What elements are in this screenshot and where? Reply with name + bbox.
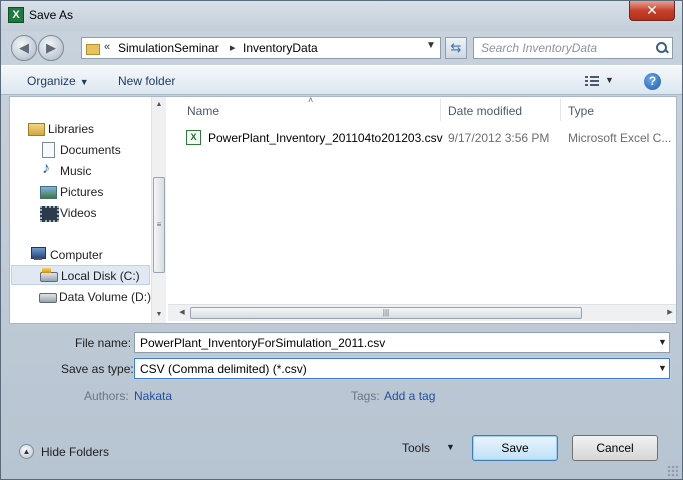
computer-icon	[30, 247, 46, 261]
organize-label: Organize	[27, 74, 76, 88]
pictures-icon	[40, 184, 57, 199]
search-icon[interactable]	[656, 42, 668, 54]
caret-down-icon[interactable]: ▼	[605, 75, 614, 85]
close-button[interactable]: ✕	[629, 1, 675, 21]
column-header-type[interactable]: Type	[568, 104, 594, 118]
sidebar-item-pictures[interactable]: Pictures	[40, 182, 148, 202]
column-header-name[interactable]: Name	[187, 104, 219, 118]
view-options-icon[interactable]	[585, 76, 599, 86]
tools-label: Tools	[402, 441, 431, 455]
sidebar-item-music[interactable]: Music	[40, 160, 148, 181]
scroll-up-icon[interactable]: ▲	[152, 97, 166, 113]
scroll-thumb[interactable]: ≡	[153, 177, 165, 273]
sidebar-item-label: Documents	[60, 143, 121, 157]
chevron-down-icon[interactable]: ▼	[658, 337, 667, 347]
sidebar-item-libraries[interactable]: Libraries	[28, 119, 148, 139]
title-bar[interactable]: X Save As ✕	[1, 1, 682, 31]
libraries-icon	[28, 121, 45, 136]
caret-down-icon: ▼	[79, 77, 89, 87]
file-name-field[interactable]: PowerPlant_InventoryForSimulation_2011.c…	[134, 332, 670, 353]
sidebar-item-local-disk[interactable]: Local Disk (C:)	[11, 265, 150, 285]
excel-icon: X	[8, 7, 24, 23]
sidebar-item-documents[interactable]: Documents	[40, 140, 148, 160]
data-volume-icon	[39, 289, 57, 303]
refresh-button[interactable]: ⇆	[445, 37, 467, 59]
sidebar-item-videos[interactable]: Videos	[40, 203, 148, 223]
sidebar-item-label: Computer	[50, 248, 103, 262]
column-divider[interactable]	[560, 99, 561, 121]
tags-label: Tags:	[351, 389, 380, 403]
music-icon	[40, 160, 56, 178]
sidebar-item-label: Videos	[60, 206, 97, 220]
refresh-icon: ⇆	[450, 40, 462, 55]
hide-folders-label: Hide Folders	[41, 445, 110, 459]
caret-down-icon: ▼	[446, 442, 455, 452]
sidebar-item-data-volume[interactable]: Data Volume (D:)	[39, 287, 151, 307]
sidebar-item-label: Pictures	[60, 185, 104, 199]
excel-csv-file-icon: X	[186, 130, 201, 145]
authors-label: Authors:	[84, 389, 129, 403]
breadcrumb-simulationseminar[interactable]: SimulationSeminar	[118, 41, 219, 55]
scroll-right-icon[interactable]: ▶	[662, 305, 678, 321]
address-bar[interactable]: « SimulationSeminar ▸ InventoryData ▼	[81, 37, 441, 59]
hide-folders-button[interactable]: ▲ Hide Folders	[19, 443, 119, 461]
cancel-button[interactable]: Cancel	[572, 435, 658, 461]
file-horizontal-scrollbar[interactable]: ◀ ||| ▶	[168, 304, 676, 321]
save-button[interactable]: Save	[472, 435, 558, 461]
new-folder-button[interactable]: New folder	[118, 74, 175, 88]
tools-menu-button[interactable]: Tools ▼	[402, 439, 462, 459]
resize-grip[interactable]	[667, 465, 679, 477]
help-icon[interactable]: ?	[644, 73, 661, 90]
folder-icon	[85, 41, 100, 55]
arrow-right-icon: ▶	[46, 40, 56, 55]
save-as-dialog: X Save As ✕ ◀ ▶ « SimulationSeminar ▸ In…	[0, 0, 683, 480]
back-button[interactable]: ◀	[11, 35, 37, 61]
scroll-down-icon[interactable]: ▼	[152, 307, 166, 323]
scroll-left-icon[interactable]: ◀	[174, 305, 190, 321]
search-placeholder: Search InventoryData	[481, 41, 598, 55]
arrow-left-icon: ◀	[19, 40, 29, 55]
authors-field[interactable]: Nakata	[134, 389, 172, 403]
sidebar-item-label: Music	[60, 164, 92, 178]
search-input[interactable]: Search InventoryData	[473, 37, 673, 59]
file-list: ˄ Name Date modified Type X PowerPlant_I…	[168, 95, 676, 323]
documents-icon	[40, 142, 56, 158]
breadcrumb-overflow[interactable]: «	[104, 41, 110, 53]
collapse-up-icon: ▲	[19, 444, 34, 459]
videos-icon	[40, 205, 59, 222]
chevron-down-icon[interactable]: ▼	[426, 40, 436, 51]
sidebar-item-label: Local Disk (C:)	[61, 269, 140, 283]
column-header-date-modified[interactable]: Date modified	[448, 104, 522, 118]
organize-button[interactable]: Organize ▼	[27, 74, 89, 88]
nav-vertical-scrollbar[interactable]: ▲ ≡ ▼	[151, 97, 166, 323]
file-type: Microsoft Excel C...	[568, 131, 672, 145]
sidebar-item-label: Data Volume (D:)	[59, 290, 152, 304]
scroll-thumb[interactable]: |||	[190, 307, 582, 319]
file-name: PowerPlant_Inventory_201104to201203.csv	[208, 131, 443, 145]
file-name-label: File name:	[75, 336, 132, 350]
sidebar-item-computer[interactable]: Computer	[30, 245, 148, 265]
browser-pane: Libraries Documents Music Pictures Video…	[9, 95, 677, 324]
chevron-down-icon[interactable]: ▼	[658, 363, 667, 373]
save-as-type-label: Save as type:	[61, 362, 134, 376]
breadcrumb-inventorydata[interactable]: InventoryData	[243, 41, 318, 55]
sort-ascending-icon: ˄	[308, 95, 314, 105]
navigation-pane: Libraries Documents Music Pictures Video…	[10, 97, 166, 323]
breadcrumb-separator[interactable]: ▸	[230, 41, 236, 54]
sidebar-item-label: Libraries	[48, 122, 95, 136]
list-item[interactable]: X PowerPlant_Inventory_201104to201203.cs…	[186, 129, 676, 147]
column-divider[interactable]	[440, 99, 441, 121]
command-bar: Organize ▼ New folder ▼ ?	[1, 65, 682, 95]
save-as-type-select[interactable]: CSV (Comma delimited) (*.csv) ▼	[134, 358, 670, 379]
tags-field[interactable]: Add a tag	[384, 389, 435, 403]
local-disk-icon	[40, 268, 58, 282]
save-as-type-value: CSV (Comma delimited) (*.csv)	[140, 362, 307, 376]
window-title: Save As	[29, 8, 74, 22]
file-date-modified: 9/17/2012 3:56 PM	[448, 131, 550, 145]
file-name-value: PowerPlant_InventoryForSimulation_2011.c…	[140, 336, 386, 350]
forward-button[interactable]: ▶	[38, 35, 64, 61]
